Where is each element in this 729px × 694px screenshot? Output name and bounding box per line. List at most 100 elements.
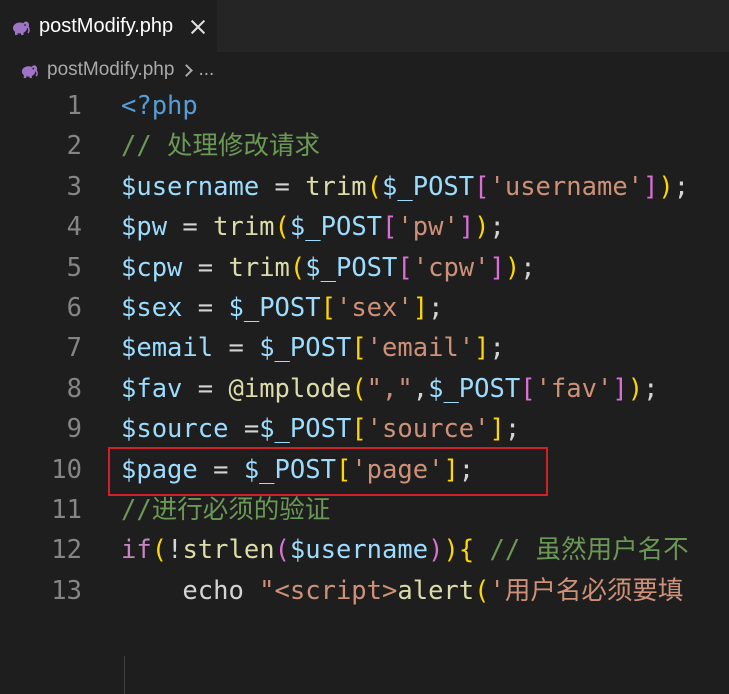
tab-bar: postModify.php bbox=[0, 0, 729, 52]
breadcrumb: postModify.php ... bbox=[0, 52, 729, 88]
line-number: 5 bbox=[66, 252, 82, 283]
code-line[interactable]: 7 $email = $_POST['email']; bbox=[0, 328, 729, 368]
code-token: [ bbox=[397, 252, 413, 283]
code-token: = bbox=[182, 252, 229, 283]
code-token: ] bbox=[458, 212, 475, 243]
chevron-right-icon bbox=[182, 66, 190, 74]
tab-label: postModify.php bbox=[39, 15, 174, 37]
code-token: ; bbox=[489, 212, 505, 243]
code-token: ) bbox=[658, 171, 674, 202]
code-token: ] bbox=[489, 414, 505, 445]
code-text: $username = trim($_POST['username']); bbox=[121, 167, 689, 207]
tab-postmodify[interactable]: postModify.php bbox=[0, 0, 217, 52]
code-token: $_POST bbox=[289, 212, 383, 243]
code-token: , bbox=[412, 373, 429, 404]
code-token: = bbox=[182, 293, 229, 323]
code-text: if(!strlen($username)){ // 虽然用户名不 bbox=[121, 530, 689, 570]
code-token: = bbox=[213, 333, 260, 364]
code-token: // 虽然用户名不 bbox=[474, 535, 689, 566]
code-token: " bbox=[259, 575, 275, 606]
line-number: 13 bbox=[51, 575, 82, 606]
code-line[interactable]: 12 if(!strlen($username)){ // 虽然用户名不 bbox=[0, 530, 729, 570]
code-token: ; bbox=[428, 293, 444, 323]
code-token: ) bbox=[443, 535, 459, 566]
code-line[interactable]: 13 echo "<script>alert('用户名必须要填 bbox=[0, 571, 729, 611]
code-line[interactable]: 11 //进行必须的验证 bbox=[0, 490, 729, 530]
code-token: 'sex' bbox=[335, 293, 413, 323]
code-editor[interactable]: 1 <?php 2// 处理修改请求 3 $username = trim($_POST… bbox=[0, 86, 729, 694]
line-number: 1 bbox=[66, 91, 82, 121]
code-line[interactable]: 1 <?php bbox=[0, 86, 729, 126]
code-token: $cpw bbox=[121, 252, 183, 283]
code-token: ; bbox=[489, 333, 505, 364]
code-token: 'pw' bbox=[397, 212, 459, 243]
code-token: ] bbox=[643, 171, 659, 202]
code-token: $source bbox=[121, 414, 229, 445]
code-token: "," bbox=[366, 373, 413, 404]
code-token: = bbox=[182, 373, 229, 404]
code-text: $cpw = trim($_POST['cpw']); bbox=[121, 248, 536, 288]
breadcrumb-more[interactable]: ... bbox=[198, 59, 214, 81]
code-token: trim bbox=[213, 212, 275, 243]
code-token: = bbox=[259, 171, 306, 202]
code-token: if bbox=[121, 535, 152, 566]
code-text: <?php bbox=[121, 86, 198, 126]
code-line[interactable]: 2 // 处理修改请求 bbox=[0, 126, 729, 166]
code-token: ( bbox=[289, 252, 306, 283]
code-token: [ bbox=[382, 212, 398, 243]
code-text: $pw = trim($_POST['pw']); bbox=[121, 207, 505, 247]
code-line[interactable]: 3 $username = trim($_POST['username']); bbox=[0, 167, 729, 207]
code-token: [ bbox=[320, 293, 336, 323]
code-token: <script> bbox=[274, 575, 398, 606]
code-token: $_POST bbox=[428, 373, 521, 404]
line-number: 2 bbox=[66, 131, 82, 162]
code-token: // 处理修改请求 bbox=[121, 131, 321, 162]
code-line[interactable]: 6 $sex = $_POST['sex']; bbox=[0, 288, 729, 328]
code-token: 'username' bbox=[489, 171, 644, 202]
code-token: $_POST bbox=[382, 171, 475, 202]
code-text: //进行必须的验证 bbox=[121, 490, 330, 530]
code-token: ) bbox=[474, 212, 490, 243]
code-token: $_POST bbox=[259, 414, 352, 445]
code-token: $_POST bbox=[228, 293, 321, 323]
php-elephant-icon bbox=[13, 21, 30, 35]
indent-guide bbox=[124, 656, 125, 694]
code-token: $username bbox=[121, 171, 260, 202]
code-line[interactable]: 9 $source =$_POST['source']; bbox=[0, 409, 729, 449]
code-token: [ bbox=[351, 414, 367, 445]
code-token: = bbox=[228, 414, 260, 445]
php-elephant-icon bbox=[21, 64, 38, 78]
code-token: alert bbox=[397, 575, 475, 606]
code-token: ) bbox=[504, 252, 521, 283]
close-tab-icon[interactable] bbox=[189, 18, 207, 36]
code-token: [ bbox=[520, 373, 536, 404]
code-token: ; bbox=[643, 373, 659, 404]
code-token: @implode bbox=[228, 373, 352, 404]
code-token: ] bbox=[412, 293, 429, 323]
code-text: $fav = @implode(",",$_POST['fav']); bbox=[121, 369, 658, 409]
code-token: $_POST bbox=[259, 333, 352, 364]
code-text: $sex = $_POST['sex']; bbox=[121, 288, 443, 328]
line-number: 10 bbox=[51, 454, 82, 485]
code-token: trim bbox=[228, 252, 290, 283]
code-token: [ bbox=[351, 333, 367, 364]
code-line[interactable]: 8 $fav = @implode(",",$_POST['fav']); bbox=[0, 369, 729, 409]
code-token: echo bbox=[121, 575, 260, 606]
code-token: $username bbox=[289, 535, 429, 566]
code-token: ] bbox=[489, 252, 505, 283]
code-token: ] bbox=[612, 373, 628, 404]
code-line[interactable]: 4 $pw = trim($_POST['pw']); bbox=[0, 207, 729, 247]
line-number: 9 bbox=[66, 414, 82, 445]
code-token: ( bbox=[351, 373, 367, 404]
line-number: 6 bbox=[66, 293, 82, 323]
code-text: $source =$_POST['source']; bbox=[121, 409, 520, 449]
breadcrumb-file[interactable]: postModify.php bbox=[47, 59, 174, 81]
code-line[interactable]: 5 $cpw = trim($_POST['cpw']); bbox=[0, 248, 729, 288]
code-token: ; bbox=[504, 414, 521, 445]
code-token: [ bbox=[474, 171, 490, 202]
code-token: //进行必须的验证 bbox=[121, 495, 331, 525]
line-number: 3 bbox=[66, 171, 82, 202]
code-token: ( bbox=[474, 575, 490, 606]
highlight-box bbox=[108, 447, 548, 496]
code-token: ) bbox=[428, 535, 444, 566]
